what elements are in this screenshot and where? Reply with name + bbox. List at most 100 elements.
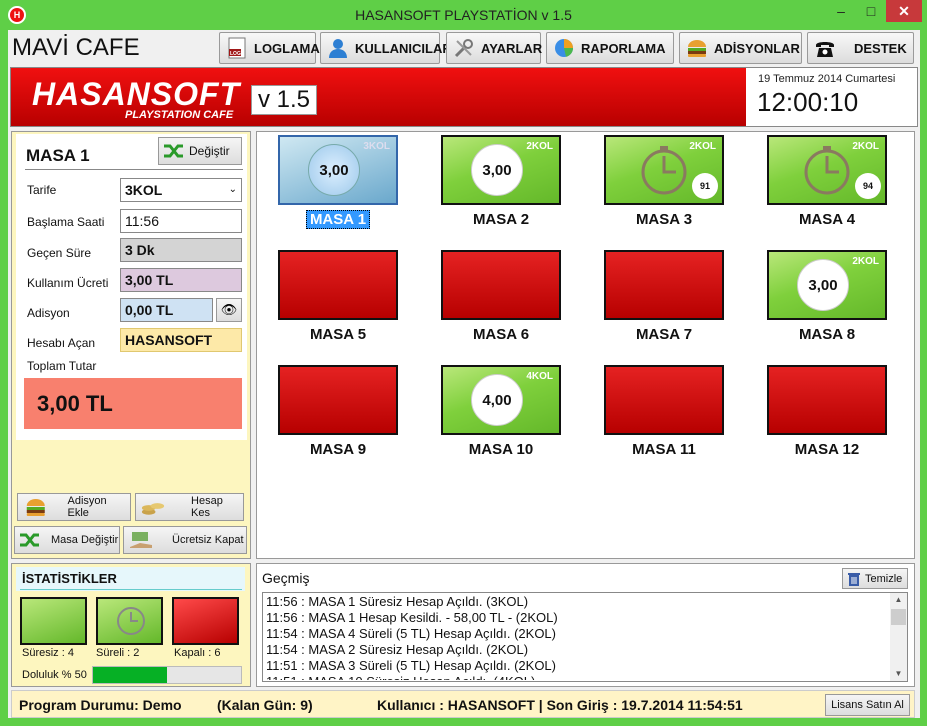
- support-label: DESTEK: [854, 40, 907, 56]
- minimize-button[interactable]: –: [826, 0, 856, 22]
- tariff-select[interactable]: 3KOL ⌄: [120, 178, 242, 202]
- eye-icon[interactable]: 👁: [216, 298, 242, 322]
- reports-label: RAPORLAMA: [581, 40, 666, 56]
- free-close-button[interactable]: Ücretsiz Kapat: [123, 526, 247, 554]
- table-tile[interactable]: 3KOL 3,00: [278, 135, 398, 205]
- scroll-thumb[interactable]: [891, 609, 906, 625]
- pie-chart-icon: [555, 39, 574, 57]
- table-tile[interactable]: [604, 365, 724, 435]
- move-table-label: Masa Değiştir: [51, 534, 119, 546]
- total-amount: 3,00 TL: [24, 378, 242, 429]
- tariff-badge: 2KOL: [526, 141, 553, 152]
- table-name: MASA 7: [635, 326, 693, 343]
- maximize-button[interactable]: □: [856, 0, 886, 22]
- support-button[interactable]: DESTEK: [807, 32, 914, 64]
- burger-icon: [688, 40, 706, 57]
- phone-icon: [816, 42, 834, 57]
- clear-history-button[interactable]: Temizle: [842, 568, 908, 589]
- user-status: Kullanıcı : HASANSOFT | Son Giriş : 19.7…: [377, 697, 743, 713]
- table-name: MASA 6: [472, 326, 530, 343]
- scroll-up-icon[interactable]: ▲: [890, 593, 907, 607]
- shuffle-icon: [20, 533, 39, 547]
- table-label[interactable]: MASA 9: [278, 441, 398, 458]
- adisyon-label: Adisyon: [27, 306, 70, 320]
- fee-field: 3,00 TL: [120, 268, 242, 292]
- selected-table-title: MASA 1: [26, 146, 90, 165]
- brand-logo: HASANSOFT: [32, 76, 241, 112]
- table-tile[interactable]: 2KOL 3,00: [441, 135, 561, 205]
- window-title: HASANSOFT PLAYSTATİON v 1.5: [355, 7, 572, 23]
- history-row: 11:56 : MASA 1 Hesap Kesildi. - 58,00 TL…: [266, 610, 558, 625]
- chevron-down-icon: ⌄: [228, 184, 237, 195]
- close-bill-button[interactable]: Hesap Kes: [135, 493, 244, 521]
- table-name: MASA 1: [305, 210, 371, 229]
- history-scrollbar[interactable]: ▲ ▼: [890, 593, 907, 681]
- table-tile[interactable]: 2KOL 91: [604, 135, 724, 205]
- table-label[interactable]: MASA 8: [767, 326, 887, 343]
- add-order-button[interactable]: Adisyon Ekle: [17, 493, 131, 521]
- table-label[interactable]: MASA 7: [604, 326, 724, 343]
- table-name: MASA 11: [632, 441, 696, 458]
- change-table-button[interactable]: Değiştir: [158, 137, 242, 165]
- table-label[interactable]: MASA 1: [278, 210, 398, 229]
- table-tile[interactable]: [767, 365, 887, 435]
- timed-tables-swatch: [96, 597, 163, 645]
- table-tile[interactable]: 2KOL 94: [767, 135, 887, 205]
- table-tile[interactable]: 2KOL 3,00: [767, 250, 887, 320]
- tools-icon: [454, 39, 473, 58]
- scroll-down-icon[interactable]: ▼: [890, 667, 907, 681]
- close-button[interactable]: ✕: [886, 0, 922, 22]
- table-label[interactable]: MASA 3: [604, 211, 724, 228]
- timer-badge: 91: [692, 173, 718, 199]
- log-icon: LOG: [228, 37, 246, 59]
- settings-label: AYARLAR: [481, 40, 543, 56]
- table-name: MASA 8: [798, 326, 856, 343]
- amount-circle: 4,00: [471, 374, 523, 426]
- table-label[interactable]: MASA 5: [278, 326, 398, 343]
- tariff-badge: 3KOL: [363, 141, 390, 152]
- history-row: 11:51 : MASA 3 Süreli (5 TL) Hesap Açıld…: [266, 658, 556, 673]
- table-tile[interactable]: [278, 365, 398, 435]
- table-tile[interactable]: [604, 250, 724, 320]
- time-text: 12:00:10: [757, 87, 859, 117]
- add-order-label: Adisyon Ekle: [67, 495, 107, 519]
- timer-badge: 94: [855, 173, 881, 199]
- start-time-field[interactable]: 11:56: [120, 209, 242, 233]
- reports-button[interactable]: RAPORLAMA: [546, 32, 674, 64]
- adisyon-field: 0,00 TL: [120, 298, 213, 322]
- table-label[interactable]: MASA 2: [441, 211, 561, 228]
- free-close-label: Ücretsiz Kapat: [172, 534, 244, 546]
- users-button[interactable]: KULLANICILAR: [320, 32, 452, 64]
- orders-button[interactable]: ADİSYONLAR: [679, 32, 802, 64]
- clock-icon: [804, 146, 850, 195]
- move-table-button[interactable]: Masa Değiştir: [14, 526, 120, 554]
- version-label: v 1.5: [251, 85, 317, 115]
- logging-button[interactable]: LOG LOGLAMA: [219, 32, 320, 64]
- buy-license-button[interactable]: Lisans Satın Al: [825, 694, 910, 716]
- table-label[interactable]: MASA 4: [767, 211, 887, 228]
- open-tables-swatch: [20, 597, 87, 645]
- table-name: MASA 5: [309, 326, 367, 343]
- table-label[interactable]: MASA 10: [441, 441, 561, 458]
- orders-label: ADİSYONLAR: [714, 40, 800, 56]
- program-status: Program Durumu: Demo: [19, 697, 182, 713]
- table-tile[interactable]: 4KOL 4,00: [441, 365, 561, 435]
- elapsed-field: 3 Dk: [120, 238, 242, 262]
- cafe-name: MAVİ CAFE: [12, 34, 140, 61]
- table-label[interactable]: MASA 11: [604, 441, 724, 458]
- settings-button[interactable]: AYARLAR: [446, 32, 543, 64]
- tariff-badge: 2KOL: [852, 141, 879, 152]
- table-name: MASA 9: [309, 441, 367, 458]
- table-name: MASA 10: [468, 441, 534, 458]
- history-row: 11:56 : MASA 1 Süresiz Hesap Açıldı. (3K…: [266, 594, 529, 609]
- open-count: Süresiz : 4: [22, 647, 74, 659]
- table-label[interactable]: MASA 6: [441, 326, 561, 343]
- users-label: KULLANICILAR: [355, 40, 452, 56]
- money-hand-icon: [130, 532, 152, 548]
- table-label[interactable]: MASA 12: [767, 441, 887, 458]
- amount-circle: 3,00: [471, 144, 523, 196]
- tariff-badge: 2KOL: [689, 141, 716, 152]
- table-tile[interactable]: [441, 250, 561, 320]
- table-tile[interactable]: [278, 250, 398, 320]
- change-table-label: Değiştir: [189, 144, 230, 158]
